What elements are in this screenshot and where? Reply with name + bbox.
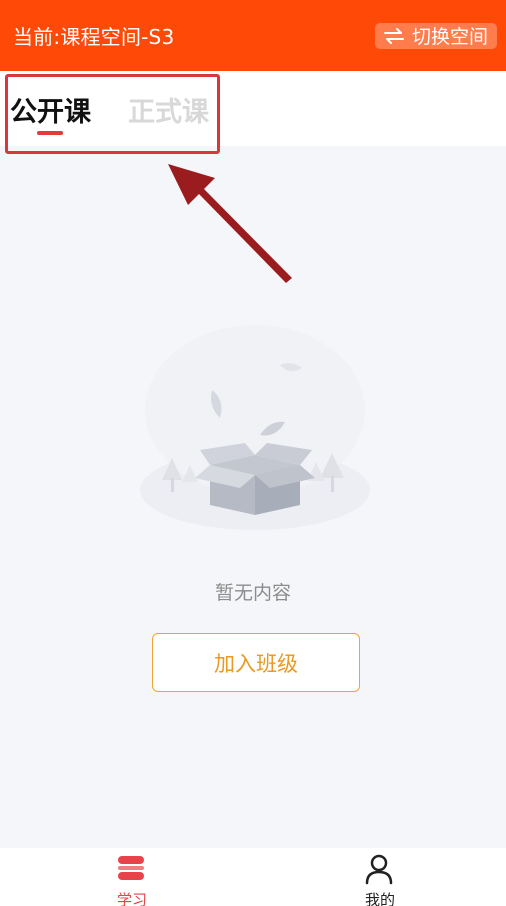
study-icon: [116, 853, 146, 887]
annotation-highlight-box: [5, 74, 220, 154]
bottom-navigation: 学习 我的: [0, 848, 506, 906]
nav-label-mine: 我的: [364, 891, 395, 906]
join-class-button[interactable]: 加入班级: [152, 633, 360, 692]
annotation-arrow-icon: [160, 160, 300, 289]
nav-label-study: 学习: [116, 891, 147, 906]
switch-space-label: 切换空间: [411, 26, 488, 48]
empty-state-message: 暂无内容: [214, 582, 291, 604]
switch-space-button[interactable]: 切换空间: [374, 22, 497, 49]
swap-arrows-icon: [383, 27, 404, 44]
current-space-title: 当前:课程空间-S3: [13, 25, 175, 49]
app-screen: 当前:课程空间-S3 切换空间 公开课 正式课 暂无内容 加入班级 学习 我的: [0, 0, 506, 906]
user-icon: [364, 853, 394, 889]
nav-item-mine[interactable]: 我的: [320, 848, 440, 906]
empty-box-icon: [120, 310, 390, 554]
top-header: 当前:课程空间-S3 切换空间: [0, 0, 506, 71]
nav-item-study[interactable]: 学习: [72, 848, 192, 906]
